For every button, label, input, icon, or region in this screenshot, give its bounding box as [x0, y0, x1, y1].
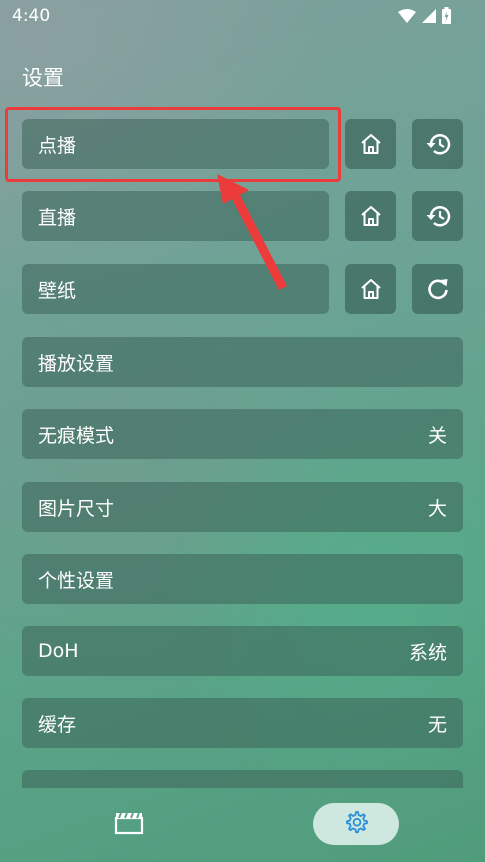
film-icon [114, 811, 144, 839]
refresh-icon [425, 276, 451, 302]
row-wallpaper[interactable]: 壁纸 [22, 264, 329, 314]
status-bar: 4:40 [0, 0, 485, 34]
row-doh[interactable]: DoH 系统 [22, 626, 463, 676]
battery-icon [442, 7, 451, 24]
row-label: 无痕模式 [38, 424, 115, 447]
highlight-box [5, 107, 341, 182]
home-icon [359, 204, 383, 228]
gear-icon [343, 809, 369, 839]
wallpaper-refresh-button[interactable] [412, 264, 463, 314]
wifi-icon [398, 8, 416, 23]
nav-settings-button[interactable] [313, 803, 399, 845]
signal-icon [422, 8, 436, 23]
status-time: 4:40 [12, 6, 51, 26]
row-value: 无 [427, 713, 447, 736]
home-icon [359, 132, 383, 156]
wallpaper-home-button[interactable] [345, 264, 396, 314]
row-image-size[interactable]: 图片尺寸 大 [22, 482, 463, 532]
page-title: 设置 [22, 66, 64, 90]
vod-history-button[interactable] [412, 119, 463, 169]
row-label: 壁纸 [38, 279, 77, 302]
row-label: 图片尺寸 [38, 497, 115, 520]
row-label: 直播 [38, 206, 77, 229]
row-cache[interactable]: 缓存 无 [22, 698, 463, 748]
row-value: 关 [427, 424, 447, 447]
row-value: 系统 [408, 641, 447, 664]
row-value: 大 [427, 497, 447, 520]
bottom-nav [0, 788, 485, 862]
nav-film-button[interactable] [110, 809, 148, 841]
home-icon [359, 277, 383, 301]
row-personalization[interactable]: 个性设置 [22, 554, 463, 604]
history-icon [424, 203, 452, 229]
row-live[interactable]: 直播 [22, 191, 329, 241]
vod-home-button[interactable] [345, 119, 396, 169]
row-partial[interactable] [22, 770, 463, 788]
row-label: 播放设置 [38, 352, 115, 375]
live-history-button[interactable] [412, 191, 463, 241]
row-incognito[interactable]: 无痕模式 关 [22, 409, 463, 459]
row-label: DoH [38, 640, 79, 662]
row-label: 个性设置 [38, 569, 115, 592]
status-icons [398, 7, 451, 24]
history-icon [424, 131, 452, 157]
row-playback-settings[interactable]: 播放设置 [22, 337, 463, 387]
row-label: 缓存 [38, 713, 77, 736]
live-home-button[interactable] [345, 191, 396, 241]
